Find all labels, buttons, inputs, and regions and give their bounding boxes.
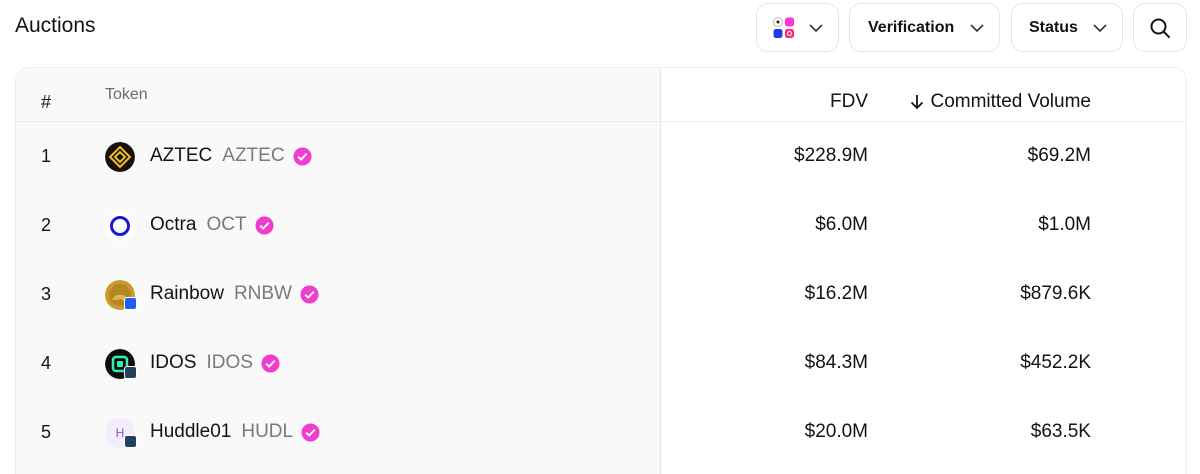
row-fdv: $20.0M <box>804 421 868 442</box>
row-committed-volume: $452.2K <box>1020 352 1091 373</box>
arrow-down-icon <box>911 95 924 110</box>
token-name-group[interactable]: IDOS IDOS <box>150 352 280 374</box>
token-symbol: AZTEC <box>222 145 285 166</box>
header-token: Token <box>105 86 148 103</box>
token-name: AZTEC <box>150 145 213 166</box>
table-row[interactable]: 4 IDOS IDOS $84.3M $452.2K <box>16 329 1186 398</box>
row-committed-volume: $1.0M <box>1038 214 1091 235</box>
chevron-down-icon <box>970 24 984 33</box>
token-name: IDOS <box>150 352 197 373</box>
row-committed-volume: $879.6K <box>1020 283 1091 304</box>
table-header: # Token FDV Committed Volume <box>16 68 1186 122</box>
status-filter-dropdown[interactable]: Status <box>1011 3 1123 52</box>
row-fdv: $6.0M <box>815 214 868 235</box>
token-symbol: IDOS <box>206 352 253 373</box>
table-row[interactable]: 2 Octra OCT $6.0M $1.0M <box>16 191 1186 260</box>
row-committed-volume: $63.5K <box>1030 421 1091 442</box>
chevron-down-icon <box>1093 24 1107 33</box>
token-name-group[interactable]: Huddle01 HUDL <box>150 421 320 443</box>
network-grid-icon <box>773 16 794 38</box>
token-symbol: RNBW <box>233 283 292 304</box>
chain-badge-icon <box>124 366 137 379</box>
search-icon <box>1150 18 1170 38</box>
verified-badge-icon <box>300 284 319 304</box>
aztec-logo-icon <box>105 142 135 172</box>
table-row[interactable]: 5 H Huddle01 HUDL $20.0M $63.5K <box>16 398 1186 467</box>
chain-badge-icon <box>124 435 137 448</box>
token-name: Huddle01 <box>150 421 232 442</box>
auctions-table: # Token FDV Committed Volume 1 AZTEC AZT… <box>15 67 1187 474</box>
row-fdv: $16.2M <box>804 283 868 304</box>
row-rank: 4 <box>41 353 52 373</box>
page-title: Auctions <box>15 14 96 37</box>
token-symbol: OCT <box>206 214 247 235</box>
octra-logo-icon <box>105 211 135 241</box>
chain-filter-dropdown[interactable] <box>756 3 839 52</box>
token-name: Rainbow <box>150 283 224 304</box>
header-committed-volume-label: Committed Volume <box>930 91 1091 112</box>
table-row[interactable]: 3 Rainbow RNBW $16.2M $879.6K <box>16 260 1186 329</box>
row-rank: 5 <box>41 422 52 442</box>
verification-filter-dropdown[interactable]: Verification <box>849 3 1000 52</box>
verified-badge-icon <box>261 353 280 373</box>
chevron-down-icon <box>809 24 823 33</box>
verified-badge-icon <box>255 215 274 235</box>
row-fdv: $228.9M <box>794 145 868 166</box>
chain-badge-icon <box>124 297 137 310</box>
verified-badge-icon <box>301 422 320 442</box>
row-fdv: $84.3M <box>804 352 868 373</box>
token-name-group[interactable]: Octra OCT <box>150 214 274 236</box>
status-label: Status <box>1029 18 1078 36</box>
table-row[interactable]: 1 AZTEC AZTEC $228.9M $69.2M <box>16 122 1186 191</box>
token-name-group[interactable]: AZTEC AZTEC <box>150 145 312 167</box>
row-rank: 1 <box>41 146 52 166</box>
token-symbol: HUDL <box>241 421 294 442</box>
header-rank: # <box>41 92 52 112</box>
row-rank: 3 <box>41 284 52 304</box>
verification-label: Verification <box>868 18 955 36</box>
token-name: Octra <box>150 214 197 235</box>
header-committed-volume[interactable]: Committed Volume <box>910 91 1091 113</box>
row-committed-volume: $69.2M <box>1027 145 1091 166</box>
search-button[interactable] <box>1133 3 1187 52</box>
token-name-group[interactable]: Rainbow RNBW <box>150 283 319 305</box>
row-rank: 2 <box>41 215 52 235</box>
verified-badge-icon <box>293 146 312 166</box>
header-fdv[interactable]: FDV <box>830 91 868 113</box>
